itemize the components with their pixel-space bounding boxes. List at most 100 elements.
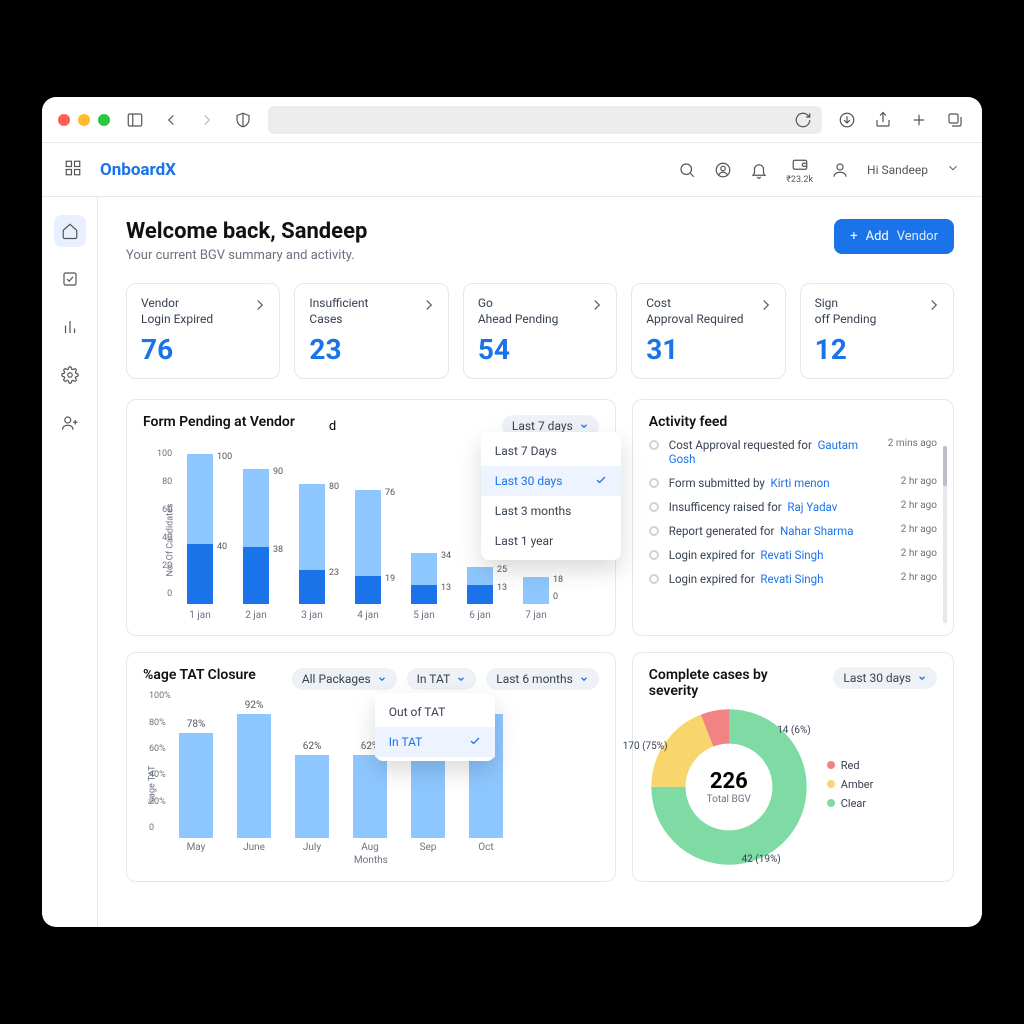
chevron-right-icon	[420, 296, 438, 318]
close-window-icon[interactable]	[58, 114, 70, 126]
chevron-down-icon[interactable]	[946, 160, 960, 179]
feed-time: 2 hr ago	[901, 500, 937, 511]
form-pending-panel: Form Pending at Vendor d Last 7 days No …	[126, 399, 616, 636]
user-icon	[831, 161, 849, 179]
feed-time: 2 hr ago	[901, 524, 937, 535]
feed-time: 2 mins ago	[888, 438, 937, 449]
chart1-col-3: 19 76 4 jan	[347, 490, 389, 621]
back-icon[interactable]	[160, 109, 182, 131]
date-range-dropdown[interactable]: Last 7 DaysLast 30 daysLast 3 monthsLast…	[481, 432, 621, 560]
chart1-col-6: 0 18 7 jan	[515, 577, 557, 621]
downloads-icon[interactable]	[836, 109, 858, 131]
dropdown-option[interactable]: In TAT	[375, 727, 495, 757]
feed-time: 2 hr ago	[901, 548, 937, 559]
chart1-col-1: 38 90 2 jan	[235, 469, 277, 621]
nav-reports[interactable]	[54, 311, 86, 343]
chart2-col-0: 78% May	[179, 733, 213, 853]
user-plus-icon	[61, 414, 79, 432]
bullet-icon	[649, 550, 659, 560]
summary-card-3[interactable]: CostApproval Required 31	[631, 283, 785, 379]
app-sidebar	[42, 197, 98, 927]
search-icon[interactable]	[678, 161, 696, 179]
feed-item[interactable]: Login expired for Revati Singh 2 hr ago	[649, 572, 937, 586]
dropdown-option[interactable]: Last 3 months	[481, 496, 621, 526]
dropdown-option[interactable]: Out of TAT	[375, 697, 495, 727]
add-vendor-button[interactable]: + Add Vendor	[834, 219, 954, 254]
nav-home[interactable]	[54, 215, 86, 247]
dropdown-option[interactable]: Last 30 days	[481, 466, 621, 496]
tat-range-filter[interactable]: Last 6 months	[486, 668, 599, 690]
summary-card-value: 76	[141, 333, 265, 366]
share-icon[interactable]	[872, 109, 894, 131]
nav-add-user[interactable]	[54, 407, 86, 439]
summary-card-value: 12	[815, 333, 939, 366]
feed-item[interactable]: Form submitted by Kirti menon 2 hr ago	[649, 476, 937, 490]
address-bar[interactable]	[268, 106, 822, 134]
summary-cards: VendorLogin Expired 76 InsufficientCases…	[126, 283, 954, 379]
tat-closure-panel: %age TAT Closure All Packages In TAT Las…	[126, 652, 616, 882]
new-tab-icon[interactable]	[908, 109, 930, 131]
summary-card-value: 23	[309, 333, 433, 366]
severity-title: Complete cases by severity	[649, 667, 779, 699]
form-pending-title: Form Pending at Vendor	[143, 414, 295, 430]
summary-card-4[interactable]: Signoff Pending 12	[800, 283, 954, 379]
tat-package-filter[interactable]: All Packages	[292, 668, 397, 690]
reload-icon[interactable]	[794, 111, 812, 129]
feed-link[interactable]: Gautam Gosh	[669, 438, 858, 466]
browser-window: OnboardX ₹23.2k Hi Sandeep	[42, 97, 982, 927]
dropdown-option[interactable]: Last 7 Days	[481, 436, 621, 466]
feed-item[interactable]: Report generated for Nahar Sharma 2 hr a…	[649, 524, 937, 538]
donut-label-red: 14 (6%)	[777, 725, 811, 736]
summary-card-0[interactable]: VendorLogin Expired 76	[126, 283, 280, 379]
tat-scope-filter[interactable]: In TAT	[407, 668, 477, 690]
forward-icon[interactable]	[196, 109, 218, 131]
feed-link[interactable]: Nahar Sharma	[780, 524, 853, 538]
feed-item[interactable]: Insufficency raised for Raj Yadav 2 hr a…	[649, 500, 937, 514]
bullet-icon	[649, 502, 659, 512]
chart1-col-4: 13 34 5 jan	[403, 553, 445, 621]
chart2-y-ticks: 100%80%60%40%20%0	[149, 691, 171, 833]
dropdown-option[interactable]: Last 1 year	[481, 526, 621, 556]
nav-tasks[interactable]	[54, 263, 86, 295]
scrollbar[interactable]	[943, 446, 947, 623]
severity-range-filter[interactable]: Last 30 days	[833, 667, 937, 689]
feed-link[interactable]: Raj Yadav	[787, 500, 837, 514]
sidebar-toggle-icon[interactable]	[124, 109, 146, 131]
chevron-right-icon	[588, 296, 606, 318]
bar-chart-icon	[61, 318, 79, 336]
page-subtitle: Your current BGV summary and activity.	[126, 248, 834, 263]
nav-settings[interactable]	[54, 359, 86, 391]
summary-card-label: VendorLogin Expired	[141, 296, 265, 327]
summary-card-1[interactable]: InsufficientCases 23	[294, 283, 448, 379]
feed-time: 2 hr ago	[901, 476, 937, 487]
wallet-balance[interactable]: ₹23.2k	[786, 155, 813, 185]
page-title: Welcome back, Sandeep	[126, 219, 834, 244]
donut-label-amber: 42 (19%)	[742, 854, 781, 865]
feed-link[interactable]: Revati Singh	[760, 572, 823, 586]
apps-grid-icon[interactable]	[64, 159, 82, 181]
chart2-col-1: 92% June	[237, 714, 271, 853]
chevron-right-icon	[251, 296, 269, 318]
bullet-icon	[649, 440, 659, 450]
bullet-icon	[649, 478, 659, 488]
feed-item[interactable]: Cost Approval requested for Gautam Gosh …	[649, 438, 937, 466]
feed-item[interactable]: Login expired for Revati Singh 2 hr ago	[649, 548, 937, 562]
brand-logo[interactable]: OnboardX	[100, 160, 176, 180]
severity-total: 226	[710, 769, 748, 794]
user-greeting[interactable]: Hi Sandeep	[867, 163, 928, 177]
summary-card-2[interactable]: GoAhead Pending 54	[463, 283, 617, 379]
account-circle-icon[interactable]	[714, 161, 732, 179]
feed-link[interactable]: Kirti menon	[771, 476, 830, 490]
minimize-window-icon[interactable]	[78, 114, 90, 126]
chart2-col-4: 62% Sep	[411, 755, 445, 854]
bell-icon[interactable]	[750, 161, 768, 179]
summary-card-value: 31	[646, 333, 770, 366]
maximize-window-icon[interactable]	[98, 114, 110, 126]
feed-link[interactable]: Revati Singh	[760, 548, 823, 562]
summary-card-label: GoAhead Pending	[478, 296, 602, 327]
chevron-right-icon	[925, 296, 943, 318]
privacy-shield-icon[interactable]	[232, 109, 254, 131]
chevron-right-icon	[757, 296, 775, 318]
tab-overview-icon[interactable]	[944, 109, 966, 131]
tat-scope-dropdown[interactable]: Out of TATIn TAT	[375, 693, 495, 761]
